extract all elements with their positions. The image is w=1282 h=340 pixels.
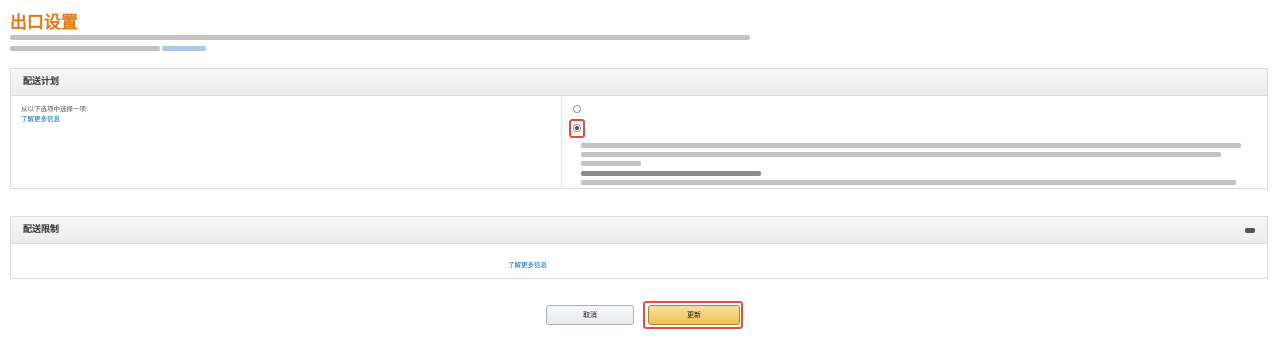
intro-link[interactable] (162, 44, 207, 52)
option-notice-line (581, 171, 761, 176)
shipping-restrictions-panel: 配送限制 了解更多信息 (10, 216, 1268, 279)
option-description-line (581, 152, 1221, 157)
option-description-line (581, 161, 641, 166)
shipping-plan-panel: 配送计划 从以下选项中选择一项: 了解更多信息 (10, 68, 1268, 189)
select-one-label: 从以下选项中选择一项: (21, 105, 89, 113)
intro-line-1-text (10, 34, 750, 40)
radio-option-none[interactable] (573, 105, 581, 113)
collapse-icon[interactable] (1245, 228, 1255, 233)
intro-link-text (162, 45, 207, 51)
intro-line-2 (10, 43, 1260, 54)
page-title: 出口设置 (10, 13, 78, 33)
intro-text (10, 32, 1260, 54)
option-description-line (581, 143, 1241, 148)
learn-more-link[interactable]: 了解更多信息 (21, 113, 60, 123)
intro-line-2-text (10, 45, 160, 51)
update-highlight-box (643, 301, 743, 329)
radio-highlight-box (569, 119, 585, 138)
shipping-plan-header: 配送计划 (11, 69, 1267, 96)
intro-line-1 (10, 32, 1260, 43)
shipping-restrictions-header: 配送限制 (11, 217, 1267, 244)
column-divider (561, 95, 562, 188)
cancel-button[interactable]: 取消 (546, 305, 634, 325)
option-description-line (581, 180, 1236, 185)
restrictions-learn-more-link[interactable]: 了解更多信息 (508, 259, 547, 269)
